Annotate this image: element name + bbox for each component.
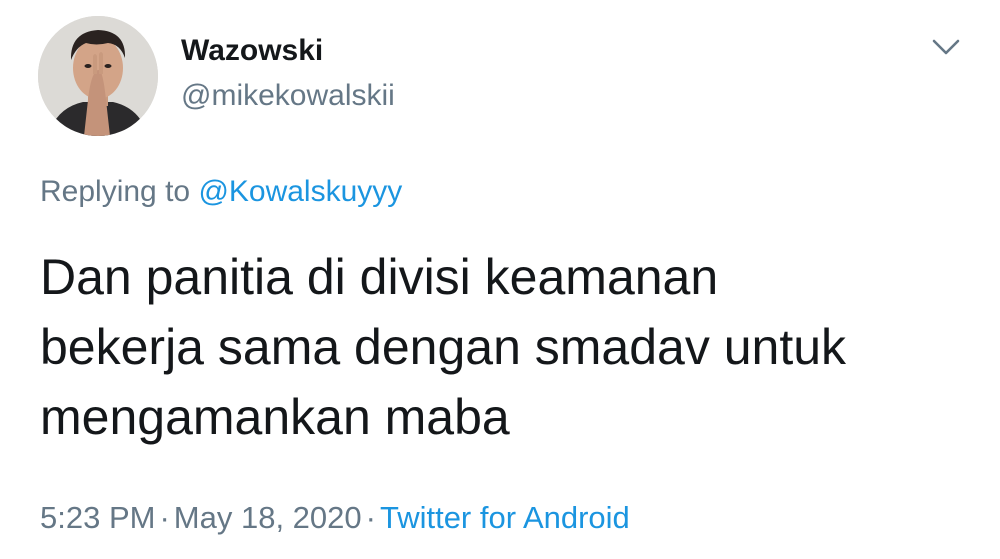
reply-mention-link[interactable]: @Kowalskuyyy <box>198 175 402 208</box>
tweet-source-link[interactable]: Twitter for Android <box>380 500 630 535</box>
display-name[interactable]: Wazowski <box>181 33 323 69</box>
profile-photo-icon <box>38 16 158 136</box>
tweet-text-line: mengamankan maba <box>40 389 510 445</box>
meta-separator: · <box>159 500 170 535</box>
meta-separator: · <box>365 500 376 535</box>
tweet-text-line: bekerja sama dengan smadav untuk <box>40 319 847 375</box>
chevron-down-icon <box>932 39 960 55</box>
tweet-time[interactable]: 5:23 PM <box>40 500 155 535</box>
avatar[interactable] <box>38 16 158 136</box>
replying-to: Replying to @Kowalskuyyy <box>40 173 402 211</box>
replying-to-label: Replying to <box>40 175 191 208</box>
user-handle[interactable]: @mikekowalskii <box>181 78 395 114</box>
tweet-date[interactable]: May 18, 2020 <box>174 500 362 535</box>
tweet-menu-button[interactable] <box>924 30 968 64</box>
tweet-card: Wazowski @mikekowalskii Replying to @Kow… <box>0 0 1000 559</box>
tweet-text: Dan panitia di divisi keamanan bekerja s… <box>40 242 980 452</box>
tweet-text-line: Dan panitia di divisi keamanan <box>40 249 719 305</box>
tweet-meta: 5:23 PM · May 18, 2020 · Twitter for Android <box>40 498 630 538</box>
